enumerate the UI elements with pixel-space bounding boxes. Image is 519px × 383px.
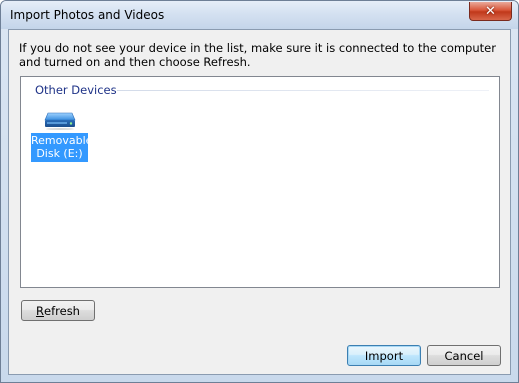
- device-label: Removable Disk (E:): [31, 133, 93, 162]
- removable-drive-icon: [44, 112, 76, 130]
- group-header: Other Devices: [21, 77, 499, 101]
- device-item-removable-disk[interactable]: Removable Disk (E:): [31, 108, 93, 163]
- device-list-panel[interactable]: Other Devices Removable Disk (E:): [20, 76, 500, 288]
- refresh-button[interactable]: Refresh: [21, 300, 95, 321]
- group-label-other-devices: Other Devices: [35, 83, 117, 97]
- window-title: Import Photos and Videos: [10, 8, 165, 22]
- close-button[interactable]: ✕: [469, 2, 512, 21]
- group-divider: [117, 90, 489, 91]
- import-dialog-window: Import Photos and Videos ✕ If you do not…: [0, 0, 519, 383]
- close-icon: ✕: [485, 3, 496, 19]
- dialog-client-area: If you do not see your device in the lis…: [8, 29, 511, 375]
- cancel-button[interactable]: Cancel: [427, 345, 501, 366]
- import-button[interactable]: Import: [347, 345, 421, 366]
- title-bar[interactable]: Import Photos and Videos ✕: [1, 1, 518, 29]
- instructions-text: If you do not see your device in the lis…: [19, 41, 496, 69]
- refresh-label: efresh: [44, 303, 80, 318]
- refresh-accelerator: R: [36, 303, 45, 318]
